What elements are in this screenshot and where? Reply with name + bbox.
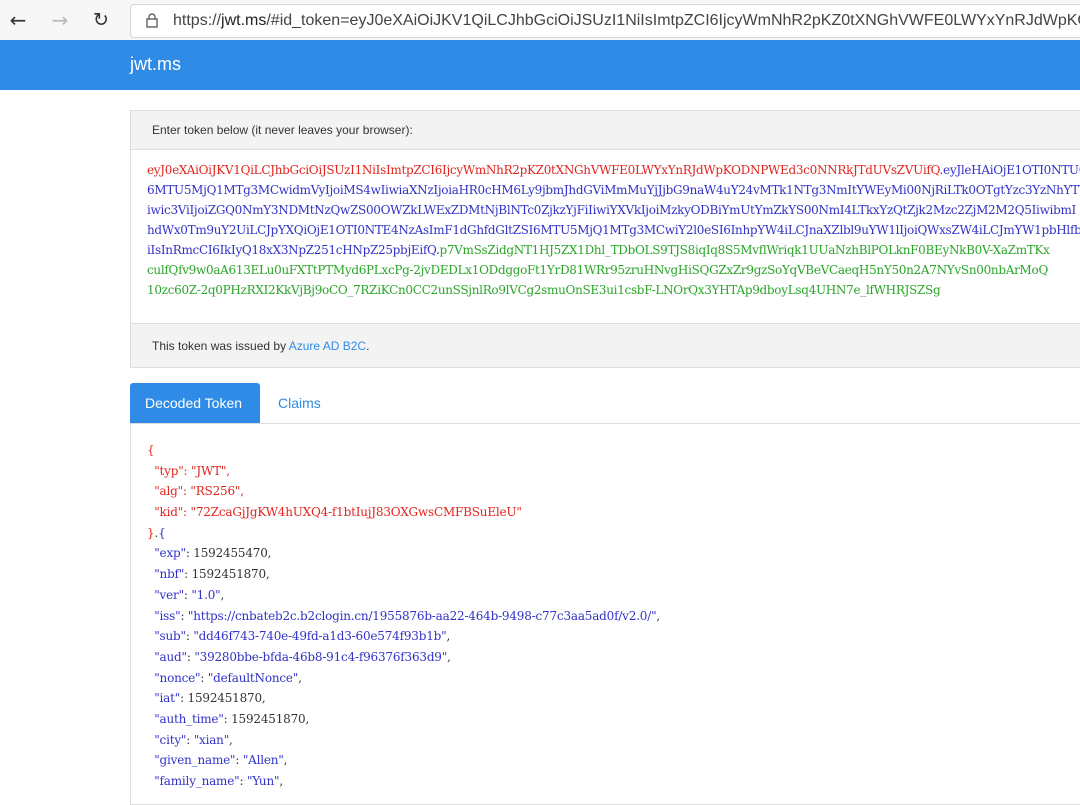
json-line: "family_name": "Yun", [147,771,1080,792]
token-segment-payload: hdWx0Tm9uY2UiLCJpYXQiOjE1OTI0NTE4NzAsImF… [147,223,1080,237]
json-line: "ver": "1.0", [147,585,1080,606]
decoded-json: { "typ": "JWT", "alg": "RS256", "kid": "… [131,424,1080,792]
json-token: : [235,753,243,768]
json-line: "kid": "72ZcaGjJgKW4hUXQ4-f1btIujJ83OXGw… [147,502,1080,523]
url-host: jwt.ms [221,12,267,29]
token-line: culfQfv9w0aA613ELu0uFXTtPTMyd6PLxcPg-2jv… [147,260,1080,280]
decoded-token-panel: { "typ": "JWT", "alg": "RS256", "kid": "… [130,423,1080,805]
json-token: "https://cnbateb2c.b2clogin.cn/1955876b-… [187,608,657,623]
json-line: "exp": 1592455470, [147,543,1080,564]
json-line: "city": "xian", [147,730,1080,751]
json-token: , [656,608,661,623]
json-token: "sub" [147,629,186,644]
token-segment-payload: 6MTU5MjQ1MTg3MCwidmVyIjoiMS4wIiwiaXNzIjo… [147,183,1080,197]
json-token: "auth_time" [147,711,224,726]
token-line: iwic3ViIjoiZGQ0NmY3NDMtNzQwZS00OWZkLWExZ… [147,200,1080,220]
json-token: , [446,629,451,644]
token-segment-sig: culfQfv9w0aA613ELu0uFXTtPTMyd6PLxcPg-2jv… [147,263,1048,277]
json-line: "aud": "39280bbe-bfda-46b8-91c4-f96376f3… [147,647,1080,668]
json-token: , [220,587,225,602]
app-header: jwt.ms [0,40,1080,90]
json-token: : [239,774,247,788]
json-token: , [283,753,288,768]
json-token: "defaultNonce" [207,670,299,685]
issuer-suffix: . [366,339,370,353]
json-token: "family_name" [147,774,240,788]
json-line: "sub": "dd46f743-740e-49fd-a1d3-60e574f9… [147,626,1080,647]
json-line: "given_name": "Allen", [147,750,1080,771]
json-token: "xian" [193,732,230,747]
token-line: iIsInRmcCI6IkIyQ18xX3NpZ251cHNpZ25pbjEif… [147,240,1080,260]
json-token: "ver" [147,587,184,602]
json-line: "iat": 1592451870, [147,688,1080,709]
json-token: , [279,774,283,788]
json-token: "39280bbe-bfda-46b8-91c4-f96376f363d9" [194,649,448,664]
token-line: 10zc60Z-2q0PHzRXI2KkVjBj9oCO_7RZiKCn0CC2… [147,280,1080,300]
json-token: , [298,670,302,685]
token-line: eyJ0eXAiOiJKV1QiLCJhbGciOiJSUzI1NiIsImtp… [147,160,1080,180]
json-token: "nonce" [147,670,201,685]
json-token: : 1592451870, [184,567,270,582]
json-token: : 1592451870, [180,691,266,706]
json-token: "kid": "72ZcaGjJgKW4hUXQ4-f1btIujJ83OXGw… [147,505,522,520]
json-token: "given_name" [147,753,236,768]
token-line: 6MTU5MjQ1MTg3MCwidmVyIjoiMS4wIiwiaXNzIjo… [147,180,1080,200]
token-input[interactable]: eyJ0eXAiOiJKV1QiLCJhbGciOiJSUzI1NiIsImtp… [131,150,1080,328]
json-token: : [180,608,188,623]
json-token: : 1592451870, [223,711,310,726]
browser-toolbar: ← → ↻ https://jwt.ms/#id_token=eyJ0eXAiO… [0,0,1080,41]
url-path: /#id_token=eyJ0eXAiOiJKV1QiLCJhbGciOiJSU… [266,12,1080,29]
json-token: "iat" [147,691,181,706]
json-line: "iss": "https://cnbateb2c.b2clogin.cn/19… [147,606,1080,627]
token-segment-payload: iIsInRmcCI6IkIyQ18xX3NpZ251cHNpZ25pbjEif… [147,243,436,257]
json-token: : 1592455470, [185,546,272,561]
json-token: "dd46f743-740e-49fd-a1d3-60e574f93b1b" [193,629,447,644]
back-arrow-icon[interactable]: ← [6,8,30,32]
token-segment-sig: 10zc60Z-2q0PHzRXI2KkVjBj9oCO_7RZiKCn0CC2… [147,283,941,297]
json-line: "nonce": "defaultNonce", [147,668,1080,689]
json-token: : [200,670,208,685]
json-line: "alg": "RS256", [147,481,1080,502]
json-line: "typ": "JWT", [147,461,1080,482]
token-panel-heading: Enter token below (it never leaves your … [131,111,1080,150]
json-token: "city" [147,732,187,747]
reload-icon[interactable]: ↻ [89,8,113,32]
token-segment-payload: eyJleHAiOjE1OTI0NTU0NzAsIm5iZiI [943,163,1080,177]
token-segment-header: eyJ0eXAiOiJKV1QiLCJhbGciOiJSUzI1NiIsImtp… [147,163,940,177]
json-line: "auth_time": 1592451870, [147,709,1080,730]
issuer-footer: This token was issued by Azure AD B2C. [131,323,1080,367]
result-tabs: Decoded Token Claims [130,383,1080,423]
address-bar[interactable]: https://jwt.ms/#id_token=eyJ0eXAiOiJKV1Q… [130,4,1080,38]
url-scheme: https:// [173,12,222,29]
json-token: "Yun" [246,774,280,788]
json-line: "nbf": 1592451870, [147,564,1080,585]
json-token: "nbf" [147,567,185,582]
token-segment-sig: p7VmSsZidgNT1HJ5ZX1Dhl_TDbOLS9TJS8iqIq8S… [439,243,1050,257]
json-token: "typ": "JWT", [147,463,230,478]
json-line: { [147,440,1080,461]
json-token: : [186,732,194,747]
json-token: , [229,732,233,747]
issuer-prefix: This token was issued by [152,339,289,353]
json-token: "Allen" [242,753,284,768]
json-token: { [158,525,166,540]
json-line: }.{ [147,523,1080,544]
tab-claims[interactable]: Claims [263,383,336,423]
token-input-panel: Enter token below (it never leaves your … [130,110,1080,368]
tab-decoded-token[interactable]: Decoded Token [130,383,260,423]
json-token: "aud" [147,649,187,664]
url-text: https://jwt.ms/#id_token=eyJ0eXAiOiJKV1Q… [173,12,1080,30]
forward-arrow-icon[interactable]: → [48,8,72,32]
json-token: , [447,649,451,664]
token-segment-payload: iwic3ViIjoiZGQ0NmY3NDMtNzQwZS00OWZkLWExZ… [147,203,1076,217]
issuer-link[interactable]: Azure AD B2C [289,339,366,353]
app-title[interactable]: jwt.ms [130,54,181,75]
json-token: "exp" [147,546,186,561]
json-token: { [147,443,155,457]
token-line: hdWx0Tm9uY2UiLCJpYXQiOjE1OTI0NTE4NzAsImF… [147,220,1080,240]
json-token: "alg": "RS256", [147,484,244,499]
json-token: "1.0" [191,587,221,602]
lock-icon [146,13,158,28]
json-token: "iss" [147,608,181,623]
